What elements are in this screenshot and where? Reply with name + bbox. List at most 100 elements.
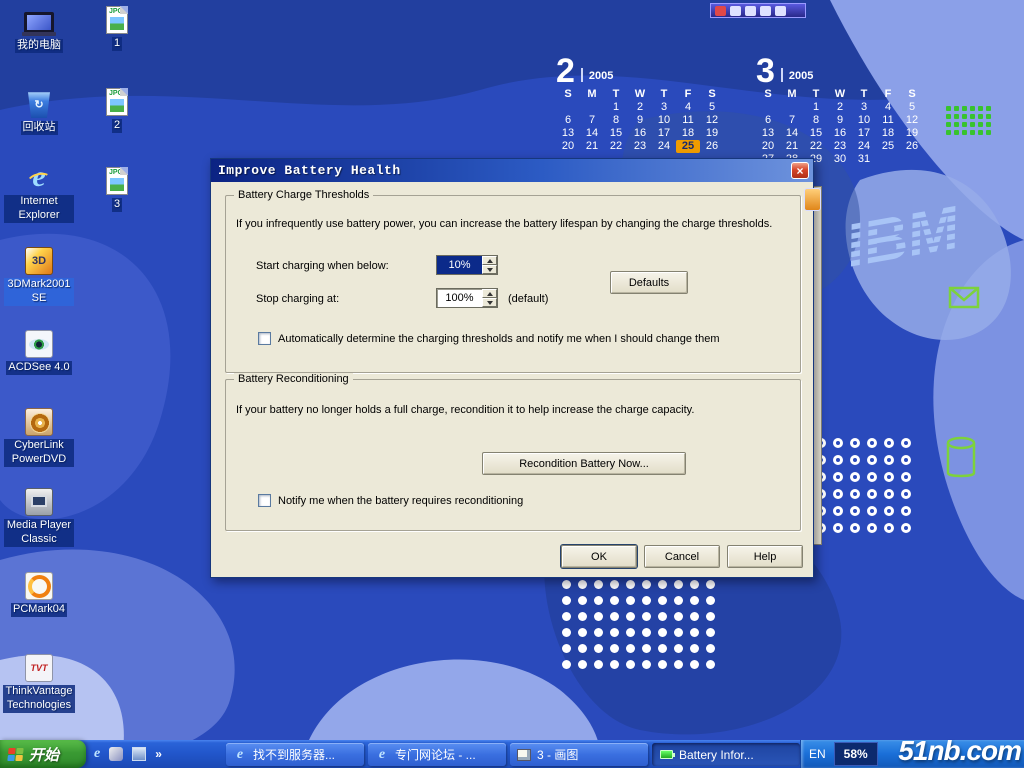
dialog-title: Improve Battery Health — [211, 163, 401, 178]
media-player-icon[interactable] — [109, 747, 123, 761]
recycle-bin-icon: ↻ — [28, 86, 50, 118]
thinkvantage-icon: TVT — [25, 650, 53, 682]
wallpaper-calendar-february: 22005SMTWTFS1234567891011121314151617181… — [556, 50, 724, 153]
desktop-icon-c1-6[interactable]: Media Player Classic — [4, 484, 74, 547]
internet-explorer-icon: e — [232, 748, 248, 762]
paint-icon — [516, 749, 532, 761]
language-indicator[interactable]: EN — [809, 747, 826, 761]
taskbar-task-1[interactable]: e 专门网论坛 - ... — [368, 743, 506, 766]
ok-button[interactable]: OK — [561, 545, 637, 568]
stop-charging-label: Stop charging at: — [256, 293, 339, 305]
desktop-icon-label: Internet Explorer — [4, 195, 74, 223]
start-button-label: 开始 — [29, 744, 59, 765]
ime-language-icon[interactable] — [715, 6, 726, 16]
internet-explorer-icon: e — [374, 748, 390, 762]
desktop-icon-label: 1 — [112, 37, 122, 51]
dialog-titlebar[interactable]: Improve Battery Health × — [211, 159, 813, 182]
task-label: 3 - 画图 — [537, 746, 578, 763]
desktop-icon-c1-0[interactable]: 我的电脑 — [4, 4, 74, 53]
wallpaper-calendar-march: 32005SMTWTFS1234567891011121314151617181… — [756, 50, 924, 166]
auto-determine-label: Automatically determine the charging thr… — [278, 333, 719, 345]
notify-reconditioning-label: Notify me when the battery requires reco… — [278, 495, 523, 507]
wallpaper-dot-grid — [946, 106, 994, 138]
internet-explorer-icon[interactable]: e — [94, 747, 100, 761]
media-player-classic-icon — [25, 484, 53, 516]
taskbar-task-3[interactable]: Battery Infor... — [652, 743, 800, 766]
improve-battery-health-dialog: Improve Battery Health × Battery Charge … — [210, 158, 814, 578]
desktop-icon-label: CyberLink PowerDVD — [4, 439, 74, 467]
desktop-icon-label: 我的电脑 — [15, 39, 63, 53]
help-button[interactable]: Help — [727, 545, 803, 568]
reconditioning-group: Battery Reconditioning If your battery n… — [225, 379, 801, 531]
stop-threshold-spinner[interactable]: 100% — [436, 288, 498, 308]
taskbar-task-2[interactable]: 3 - 画图 — [510, 743, 648, 766]
reconditioning-description: If your battery no longer holds a full c… — [236, 404, 792, 416]
desktop-icon-label: 3 — [112, 198, 122, 212]
desktop-icon-c1-4[interactable]: ACDSee 4.0 — [4, 326, 74, 375]
pcmark-icon — [25, 568, 53, 600]
start-threshold-value[interactable]: 10% — [437, 256, 482, 274]
dialog-body: Battery Charge Thresholds If you infrequ… — [211, 182, 813, 577]
ime-settings-icon[interactable] — [775, 6, 786, 16]
stop-threshold-value[interactable]: 100% — [437, 289, 482, 307]
desktop-icon-c2-1[interactable]: 2 — [92, 84, 142, 133]
ime-symbol-icon[interactable] — [760, 6, 771, 16]
stop-default-note: (default) — [508, 293, 548, 305]
spinner-down-icon[interactable] — [482, 265, 497, 274]
tray-battery-percent[interactable]: 58% — [834, 742, 878, 766]
ime-mode-icon[interactable] — [730, 6, 741, 16]
my-computer-icon — [24, 4, 54, 36]
auto-determine-checkbox[interactable] — [258, 332, 271, 345]
battery-icon — [658, 750, 674, 759]
acdsee-icon — [25, 326, 53, 358]
internet-explorer-icon: e — [32, 160, 45, 192]
desktop-icon-label: ACDSee 4.0 — [6, 361, 71, 375]
wallpaper-dot-grid — [816, 438, 918, 540]
start-threshold-spinner[interactable]: 10% — [436, 255, 498, 275]
desktop-icon-label: 3DMark2001 SE — [4, 278, 74, 306]
jpg-file-icon — [106, 163, 128, 195]
desktop-icon-c1-7[interactable]: PCMark04 — [4, 568, 74, 617]
reconditioning-group-title: Battery Reconditioning — [234, 373, 353, 385]
show-desktop-icon[interactable] — [132, 747, 146, 761]
cancel-button[interactable]: Cancel — [644, 545, 720, 568]
desktop-icon-c1-5[interactable]: CyberLink PowerDVD — [4, 404, 74, 467]
quick-launch: e » — [94, 740, 162, 768]
spinner-up-icon[interactable] — [482, 289, 497, 298]
desktop-icon-label: 2 — [112, 119, 122, 133]
start-button[interactable]: 开始 — [0, 740, 86, 768]
taskbar-task-0[interactable]: e 找不到服务器... — [226, 743, 364, 766]
desktop-icon-label: 回收站 — [21, 121, 58, 135]
desktop: IBM Improve Battery Health × Battery Cha… — [0, 0, 1024, 768]
notify-reconditioning-checkbox[interactable] — [258, 494, 271, 507]
spinner-down-icon[interactable] — [482, 298, 497, 307]
desktop-icon-c2-0[interactable]: 1 — [92, 2, 142, 51]
spinner-up-icon[interactable] — [482, 256, 497, 265]
desktop-icon-c1-8[interactable]: TVT ThinkVantage Technologies — [4, 650, 74, 713]
close-icon[interactable]: × — [791, 162, 809, 179]
wallpaper-dot-grid — [562, 580, 722, 676]
jpg-file-icon — [106, 84, 128, 116]
start-charging-label: Start charging when below: — [256, 260, 389, 272]
desktop-icon-label: ThinkVantage Technologies — [3, 685, 74, 713]
jpg-file-icon — [106, 2, 128, 34]
defaults-button[interactable]: Defaults — [610, 271, 688, 294]
chevron-icon[interactable]: » — [155, 747, 162, 761]
taskbar: 开始 e » e 找不到服务器... e 专门网论坛 - ... 3 - 画图 Batte… — [0, 740, 1024, 768]
desktop-icon-c1-1[interactable]: ↻ 回收站 — [4, 86, 74, 135]
task-label: Battery Infor... — [679, 748, 754, 762]
desktop-icon-c2-2[interactable]: 3 — [92, 163, 142, 212]
ime-keyboard-icon[interactable] — [745, 6, 756, 16]
thresholds-group: Battery Charge Thresholds If you infrequ… — [225, 195, 801, 373]
task-label: 专门网论坛 - ... — [395, 746, 476, 763]
ime-toolbar[interactable] — [710, 3, 806, 18]
recondition-battery-button[interactable]: Recondition Battery Now... — [482, 452, 686, 475]
3dmark-icon: 3D — [25, 243, 53, 275]
desktop-icon-c1-2[interactable]: e Internet Explorer — [4, 160, 74, 223]
battery-gauge-icon — [804, 188, 821, 211]
windows-logo-icon — [7, 748, 23, 761]
desktop-icon-label: Media Player Classic — [4, 519, 74, 547]
powerdvd-icon — [25, 404, 53, 436]
task-label: 找不到服务器... — [253, 746, 335, 763]
desktop-icon-c1-3[interactable]: 3D 3DMark2001 SE — [4, 243, 74, 306]
